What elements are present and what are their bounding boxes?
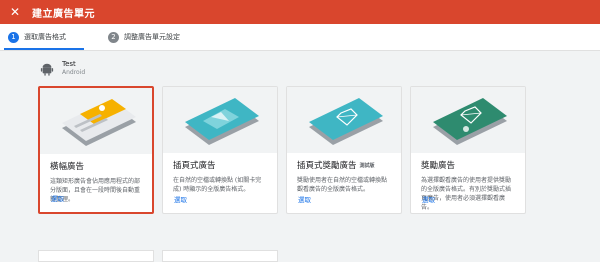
step-number: 2 xyxy=(108,31,119,43)
format-title: 橫幅廣告 xyxy=(50,162,85,172)
page-title: 建立廣告單元 xyxy=(32,8,95,20)
format-card-rewarded-interstitial[interactable]: 插頁式獎勵廣告 測試版 獎勵使用者在自然的空檔或轉換點觀看廣告的全版廣告格式。 … xyxy=(286,86,402,214)
close-icon[interactable]: ✕ xyxy=(8,5,22,19)
format-card-banner[interactable]: 橫幅廣告 這類矩形廣告會佔用應用程式的部分版面，且會在一段時間後自動重新整理。 … xyxy=(38,86,154,214)
format-description: 在自然的空檔或轉換點 (如關卡完成) 時顯示的全版廣告格式。 xyxy=(173,177,262,193)
app-platform: Android xyxy=(62,69,86,76)
format-card-partial xyxy=(38,250,154,262)
format-card-partial xyxy=(162,250,278,262)
banner-illustration xyxy=(40,88,152,154)
format-card-interstitial[interactable]: 插頁式廣告 在自然的空檔或轉換點 (如關卡完成) 時顯示的全版廣告格式。 選取 xyxy=(162,86,278,214)
select-rewarded-interstitial-button[interactable]: 選取 xyxy=(298,194,311,204)
format-title: 插頁式廣告 xyxy=(173,161,216,171)
select-banner-button[interactable]: 選取 xyxy=(51,193,64,203)
select-interstitial-button[interactable]: 選取 xyxy=(174,194,187,204)
android-icon xyxy=(40,63,54,76)
step-number: 1 xyxy=(8,31,19,43)
step-label: 選取廣告格式 xyxy=(24,33,66,41)
step-configure-ad-unit[interactable]: 2 調整廣告單元設定 xyxy=(108,31,180,43)
format-title: 插頁式獎勵廣告 測試版 xyxy=(297,161,375,171)
format-card-rewarded[interactable]: 獎勵廣告 為選擇觀看廣告的使用者提供獎勵的全版廣告格式。有別於獎勵式插頁廣告，使… xyxy=(410,86,526,214)
format-title: 獎勵廣告 xyxy=(421,161,456,171)
rewarded-interstitial-illustration xyxy=(287,87,401,153)
format-description: 獎勵使用者在自然的空檔或轉換點觀看廣告的全版廣告格式。 xyxy=(297,177,388,193)
select-rewarded-button[interactable]: 選取 xyxy=(422,194,435,204)
app-header: ✕ 建立廣告單元 xyxy=(0,0,600,24)
interstitial-illustration xyxy=(163,87,277,153)
app-info: Test Android xyxy=(40,60,85,76)
step-select-format[interactable]: 1 選取廣告格式 xyxy=(8,31,66,43)
active-step-indicator xyxy=(4,48,84,50)
beta-badge: 測試版 xyxy=(359,162,375,169)
rewarded-illustration xyxy=(411,87,525,153)
app-name: Test xyxy=(62,60,76,68)
format-description: 為選擇觀看廣告的使用者提供獎勵的全版廣告格式。有別於獎勵式插頁廣告，使用者必須選… xyxy=(421,177,512,211)
stepper: 1 選取廣告格式 2 調整廣告單元設定 xyxy=(0,24,600,51)
step-label: 調整廣告單元設定 xyxy=(124,33,180,41)
